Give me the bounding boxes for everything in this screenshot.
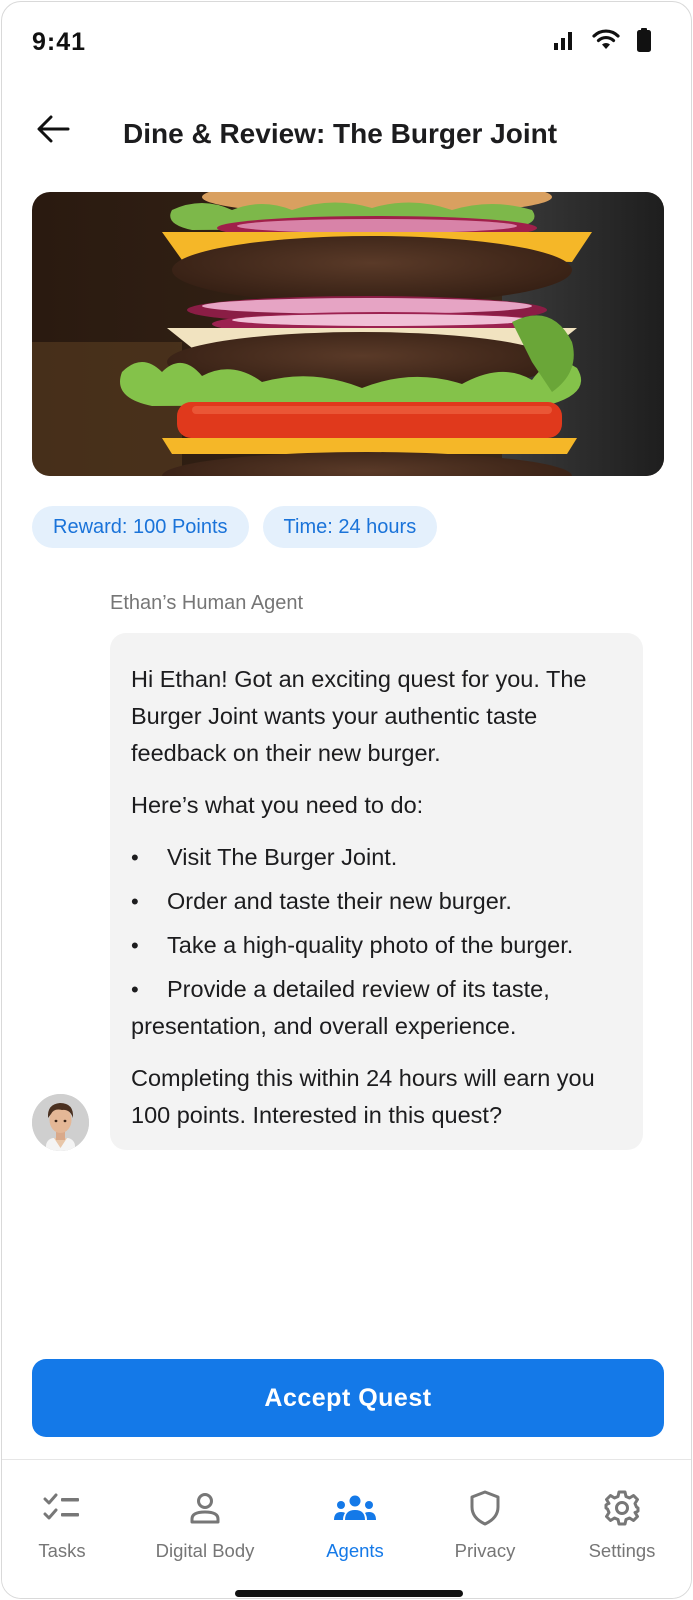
accept-quest-button[interactable]: Accept Quest (32, 1359, 664, 1437)
list-item: • Order and taste their new burger. (131, 883, 623, 920)
message-steps-list: • Visit The Burger Joint. • Order and tast… (131, 839, 623, 1045)
phone-screen: 9:41 Dine & Review: The Burger Joint Rew… (1, 1, 692, 1599)
list-item: • Visit The Burger Joint. (131, 839, 623, 876)
group-icon (333, 1488, 377, 1528)
message-bubble: Hi Ethan! Got an exciting quest for you.… (110, 633, 643, 1150)
nav-label: Tasks (38, 1540, 86, 1561)
message-intro: Hi Ethan! Got an exciting quest for you.… (131, 666, 587, 766)
status-icons (553, 28, 651, 57)
shield-icon (469, 1488, 501, 1528)
list-item: • Provide a detailed review of its taste,… (131, 971, 623, 1045)
status-time: 9:41 (32, 28, 87, 56)
tasks-checklist-icon (43, 1488, 81, 1528)
nav-label: Privacy (454, 1540, 516, 1561)
bullet-icon: • (131, 889, 139, 914)
agent-avatar (32, 1094, 89, 1151)
nav-item-privacy[interactable]: Privacy (420, 1460, 550, 1580)
signal-icon (553, 29, 575, 56)
nav-label: Settings (588, 1540, 656, 1561)
list-item: • Take a high-quality photo of the burger… (131, 927, 623, 964)
nav-label: Agents (326, 1540, 384, 1561)
bullet-icon: • (131, 977, 139, 1002)
bullet-icon: • (131, 845, 139, 870)
bottom-nav: Tasks Digital Body Agents Privacy Settin… (2, 1459, 691, 1598)
message-steps-heading: Here’s what you need to do: (131, 792, 424, 818)
reward-chip: Reward: 100 Points (32, 506, 249, 548)
quest-chips: Reward: 100 Points Time: 24 hours (32, 506, 438, 548)
back-button[interactable] (32, 110, 74, 152)
nav-label: Digital Body (155, 1540, 255, 1561)
message-outro: Completing this within 24 hours will ear… (131, 1065, 595, 1128)
page-title: Dine & Review: The Burger Joint (123, 118, 558, 149)
nav-item-tasks[interactable]: Tasks (2, 1460, 127, 1580)
nav-item-digital-body[interactable]: Digital Body (140, 1460, 270, 1580)
status-bar: 9:41 (2, 2, 691, 82)
battery-icon (637, 28, 651, 57)
time-chip: Time: 24 hours (262, 506, 438, 548)
header: Dine & Review: The Burger Joint (2, 102, 691, 172)
nav-item-settings[interactable]: Settings (557, 1460, 687, 1580)
person-icon (189, 1488, 221, 1528)
bullet-icon: • (131, 933, 139, 958)
wifi-icon (591, 29, 621, 56)
nav-item-agents[interactable]: Agents (290, 1460, 420, 1580)
burger-illustration (32, 192, 664, 476)
quest-hero-image (32, 192, 664, 476)
home-indicator (235, 1590, 463, 1597)
message-sender: Ethan’s Human Agent (110, 592, 304, 614)
gear-icon (604, 1488, 640, 1528)
arrow-left-icon (36, 114, 70, 149)
